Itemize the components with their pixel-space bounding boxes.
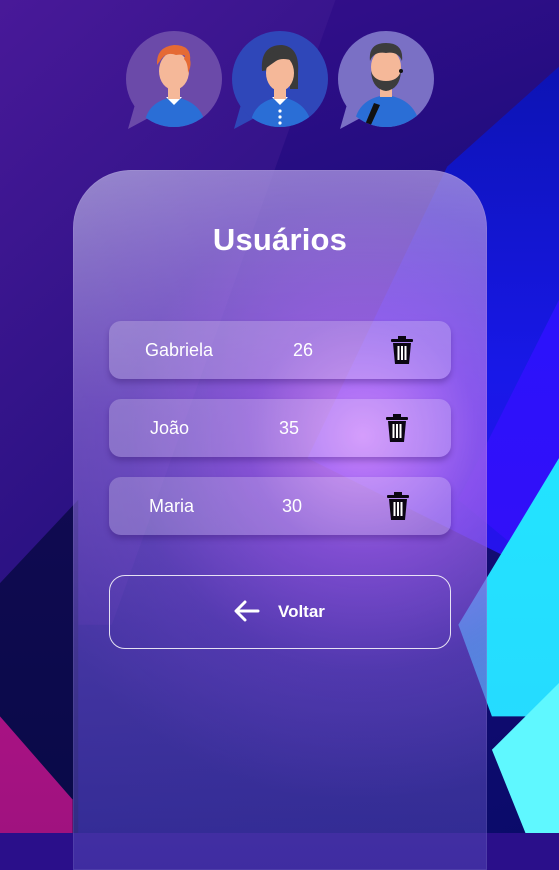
trash-icon[interactable] [385,414,409,442]
page-title: Usuários [212,222,348,257]
users-card: Usuários Gabriela 26 João 35 Maria 30 Vo… [73,170,487,870]
trash-icon[interactable] [386,492,410,520]
user-row: João 35 [109,399,451,457]
trash-icon[interactable] [390,336,414,364]
user-age: 30 [282,496,303,516]
user-row: Gabriela 26 [109,321,451,379]
back-button[interactable]: Voltar [109,575,451,649]
redhead-man-avatar-icon [126,31,222,129]
user-age: 26 [293,340,314,360]
dark-hair-woman-avatar-icon [232,31,328,129]
user-age: 35 [279,418,300,438]
bearded-man-avatar-icon [338,31,434,129]
user-row: Maria 30 [109,477,451,535]
back-button-label: Voltar [278,602,325,621]
user-name: Gabriela [145,340,214,360]
avatar-group [0,31,559,131]
user-name: Maria [149,496,195,516]
user-name: João [150,418,190,438]
arrow-left-icon [234,600,260,622]
